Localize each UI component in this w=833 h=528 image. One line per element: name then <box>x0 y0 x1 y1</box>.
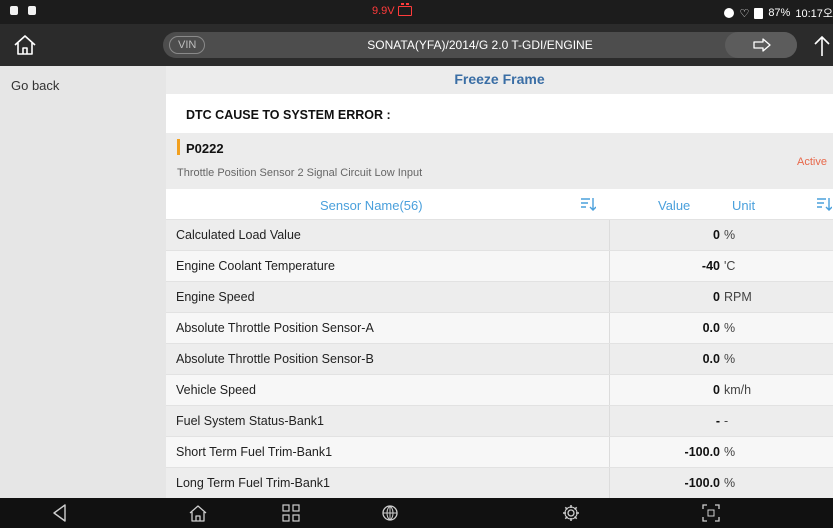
back-triangle-icon[interactable] <box>50 503 70 523</box>
sensor-name: Engine Speed <box>176 290 255 304</box>
upload-button[interactable] <box>810 30 833 60</box>
sort-icon[interactable] <box>580 196 596 212</box>
notification-icon <box>28 6 36 15</box>
sensor-value: - <box>715 414 720 428</box>
vehicle-info-bar: VIN SONATA(YFA)/2014/G 2.0 T-GDI/ENGINE <box>163 32 797 58</box>
freeze-frame-panel: Freeze Frame DTC CAUSE TO SYSTEM ERROR :… <box>166 66 833 498</box>
sensor-value: 0.0 <box>702 321 720 335</box>
sensor-unit: % <box>724 352 736 366</box>
table-row[interactable]: Calculated Load Value 0 % <box>166 219 833 251</box>
dtc-heading: DTC CAUSE TO SYSTEM ERROR : <box>186 108 391 122</box>
sensor-unit: RPM <box>724 290 752 304</box>
sensor-unit: 'C <box>724 259 736 273</box>
sensor-value: 0 <box>713 228 720 242</box>
wifi-icon: ♡ <box>739 7 750 20</box>
status-bar: 9.9V ♡ 87% 10:17오 <box>0 0 833 24</box>
column-header-unit[interactable]: Unit <box>732 198 755 213</box>
dtc-item[interactable]: P0222 Throttle Position Sensor 2 Signal … <box>166 133 833 189</box>
voltage-value: 9.9V <box>372 5 395 17</box>
notification-icons <box>10 6 36 15</box>
sensor-value: 0 <box>713 290 720 304</box>
sensor-value: -100.0 <box>684 476 720 490</box>
table-header: Sensor Name(56) Value Unit <box>166 189 833 219</box>
go-back-button[interactable]: Go back <box>11 78 59 93</box>
forward-button[interactable] <box>725 32 797 58</box>
dtc-status: Active <box>797 156 827 168</box>
vehicle-path: SONATA(YFA)/2014/G 2.0 T-GDI/ENGINE <box>367 38 593 52</box>
sensor-unit: % <box>724 445 736 459</box>
sort-icon[interactable] <box>816 196 832 212</box>
grid-icon[interactable] <box>281 503 301 523</box>
voltage-indicator: 9.9V <box>372 3 412 17</box>
sensor-name: Absolute Throttle Position Sensor-B <box>176 352 374 366</box>
arrow-up-icon <box>814 35 830 56</box>
home-button[interactable] <box>10 30 40 60</box>
table-row[interactable]: Engine Coolant Temperature -40 'C <box>166 250 833 282</box>
sensor-unit: - <box>724 414 729 428</box>
table-row[interactable]: Vehicle Speed 0 km/h <box>166 374 833 406</box>
sensor-unit: km/h <box>724 383 752 397</box>
sensor-unit: % <box>724 321 736 335</box>
column-header-sensor-name[interactable]: Sensor Name(56) <box>320 198 423 213</box>
table-row[interactable]: Short Term Fuel Trim-Bank1 -100.0 % <box>166 436 833 468</box>
table-row[interactable]: Absolute Throttle Position Sensor-B 0.0 … <box>166 343 833 375</box>
side-panel: Go back <box>0 66 166 498</box>
battery-icon <box>754 7 764 19</box>
app-header: VIN SONATA(YFA)/2014/G 2.0 T-GDI/ENGINE <box>0 24 833 66</box>
sensor-name: Vehicle Speed <box>176 383 256 397</box>
table-row[interactable]: Engine Speed 0 RPM <box>166 281 833 313</box>
home-icon[interactable] <box>188 503 208 523</box>
sensor-value: -100.0 <box>684 445 720 459</box>
clock: 10:17오 <box>795 8 833 20</box>
record-icon <box>724 8 735 18</box>
sensor-name: Long Term Fuel Trim-Bank1 <box>176 476 330 490</box>
notification-icon <box>10 6 18 15</box>
arrow-right-icon <box>753 38 771 52</box>
dtc-description: Throttle Position Sensor 2 Signal Circui… <box>177 167 423 179</box>
sensor-unit: % <box>724 476 736 490</box>
column-header-value[interactable]: Value <box>658 198 690 213</box>
sensor-value: -40 <box>701 259 720 273</box>
sensor-value: 0.0 <box>702 352 720 366</box>
table-row[interactable]: Long Term Fuel Trim-Bank1 -100.0 % <box>166 467 833 498</box>
sensor-name: Short Term Fuel Trim-Bank1 <box>176 445 333 459</box>
sensor-value: 0 <box>713 383 720 397</box>
sensor-unit: % <box>724 228 736 242</box>
sensor-name: Absolute Throttle Position Sensor-A <box>176 321 374 335</box>
page-title: Freeze Frame <box>166 66 833 94</box>
system-nav-bar <box>0 498 833 528</box>
sensor-name: Fuel System Status-Bank1 <box>176 414 324 428</box>
sensor-name: Calculated Load Value <box>176 228 301 242</box>
screenshot-icon[interactable] <box>701 503 721 523</box>
home-icon <box>14 35 36 55</box>
gear-icon[interactable] <box>561 503 581 523</box>
battery-level: 87% <box>768 7 791 19</box>
system-status: ♡ 87% 10:17오 <box>724 5 833 21</box>
dtc-code: P0222 <box>186 141 224 156</box>
car-battery-icon <box>397 3 412 16</box>
sensor-name: Engine Coolant Temperature <box>176 259 335 273</box>
globe-icon[interactable] <box>380 503 400 523</box>
table-row[interactable]: Fuel System Status-Bank1 - - <box>166 405 833 437</box>
table-row[interactable]: Absolute Throttle Position Sensor-A 0.0 … <box>166 312 833 344</box>
dtc-accent-bar <box>177 139 180 155</box>
